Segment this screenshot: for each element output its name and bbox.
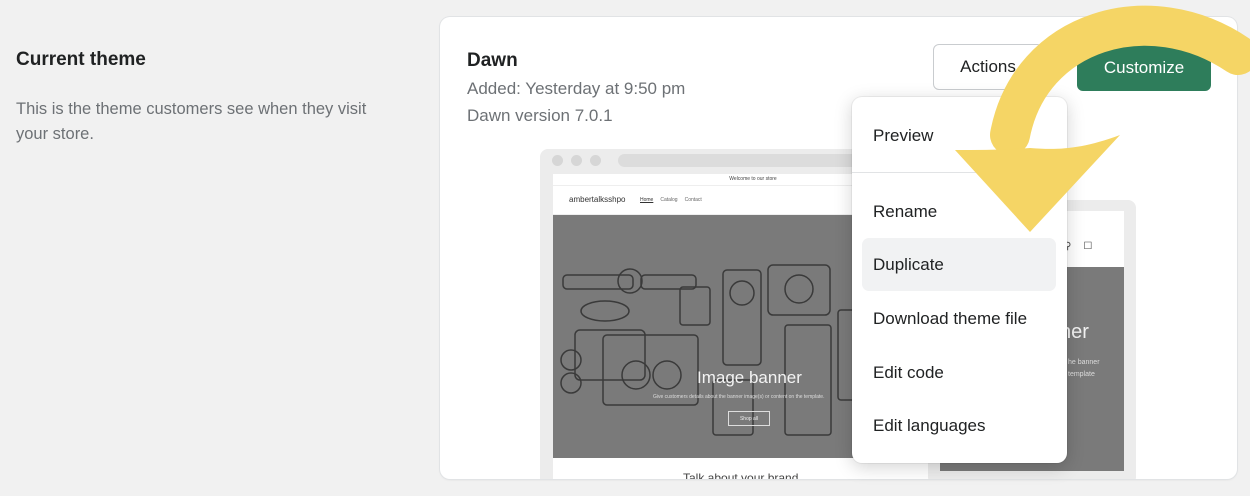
theme-added-date: Added: Yesterday at 9:50 pm [467,79,686,98]
browser-window-dots [552,155,601,166]
brand-heading: Talk about your brand [683,471,799,479]
site-logo: ambertalksshpo [569,195,626,204]
mobile-banner-subtitle: he banner template [1068,359,1100,378]
menu-divider [852,172,1067,173]
site-nav: Home Catalog Contact [640,197,702,203]
current-theme-card: Dawn Added: Yesterday at 9:50 pm Dawn ve… [440,17,1237,479]
actions-button[interactable]: Actions [933,44,1043,90]
banner-title: Image banner [697,368,802,387]
nav-home: Home [640,197,654,203]
theme-version: Dawn version 7.0.1 [467,106,613,125]
nav-contact: Contact [684,197,702,203]
section-title: Current theme [16,49,146,70]
section-description: This is the theme customers see when the… [16,100,367,143]
menu-item-edit-code[interactable]: Edit code [862,346,1056,399]
banner-shop-button: Shop all [728,411,770,426]
menu-item-duplicate[interactable]: Duplicate [862,238,1056,291]
menu-item-download-theme-file[interactable]: Download theme file [862,292,1056,345]
banner-subtitle: Give customers details about the banner … [653,394,825,400]
menu-item-edit-languages[interactable]: Edit languages [862,399,1056,452]
cart-icon: ☐ [1083,241,1093,252]
actions-dropdown-menu: Preview Rename Duplicate Download theme … [852,97,1067,463]
theme-name: Dawn [467,50,518,71]
customize-button[interactable]: Customize [1077,44,1211,91]
menu-item-preview[interactable]: Preview [862,109,1056,162]
mobile-header-icons: ⚲ ☐ [1064,241,1092,252]
nav-catalog: Catalog [660,197,678,203]
menu-item-rename[interactable]: Rename [862,185,1056,238]
